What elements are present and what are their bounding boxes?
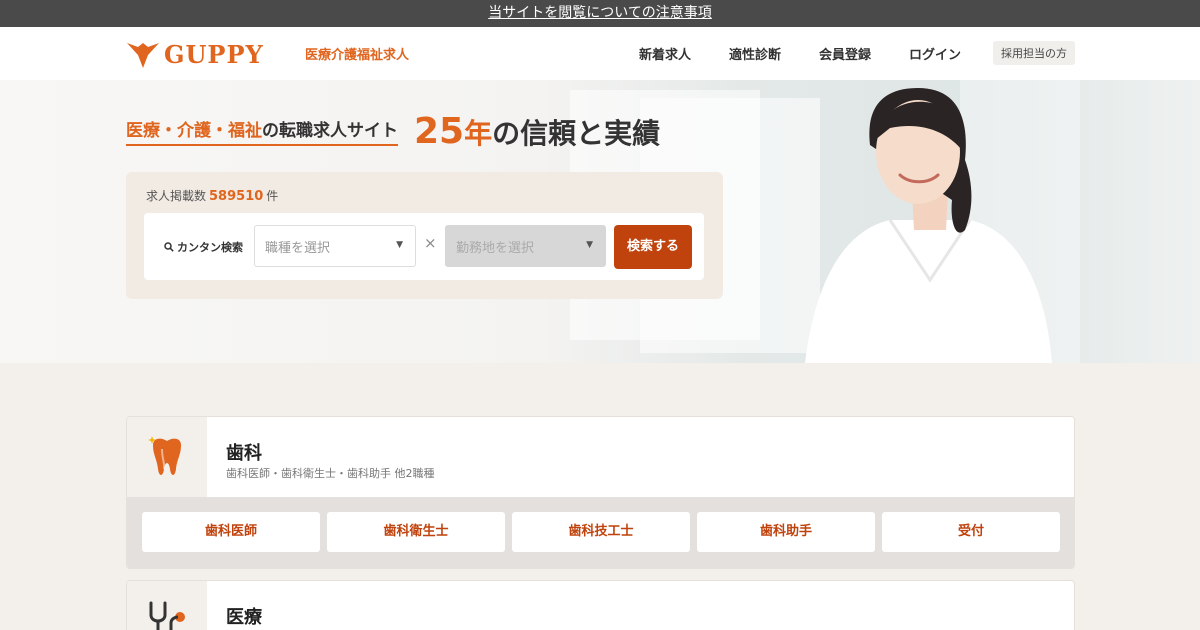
quick-search-text: カンタン検索 xyxy=(177,241,243,254)
location-placeholder: 勤務地を選択 xyxy=(456,241,535,256)
nurse-photo xyxy=(805,88,1052,363)
main-nav: 新着求人 適性診断 会員登録 ログイン 採用担当の方 xyxy=(639,41,1075,65)
recruiter-button[interactable]: 採用担当の方 xyxy=(993,41,1075,65)
headline-separator: ・ xyxy=(160,121,177,141)
category-card-medical: 医療 xyxy=(126,580,1075,630)
search-icon xyxy=(164,242,174,252)
category-card-dental: 歯科 歯科医師・歯科衛生士・歯科助手 他2職種 歯科医師 歯科衛生士 歯科技工士… xyxy=(126,416,1075,569)
site-header: GUPPY 医療介護福祉求人 新着求人 適性診断 会員登録 ログイン 採用担当の… xyxy=(0,27,1200,80)
job-link-dental-hygienist[interactable]: 歯科衛生士 xyxy=(327,512,505,552)
search-button[interactable]: 検索する xyxy=(614,225,692,269)
job-count-unit: 件 xyxy=(266,189,279,203)
site-tagline: 医療介護福祉求人 xyxy=(305,48,410,63)
job-link-reception[interactable]: 受付 xyxy=(882,512,1060,552)
times-icon: × xyxy=(424,234,437,252)
nav-login[interactable]: ログイン xyxy=(909,44,961,63)
headline-trust: の信頼と実績 xyxy=(492,117,661,151)
job-link-dental-assistant[interactable]: 歯科助手 xyxy=(697,512,875,552)
hero-section: 医療・介護・福祉の転職求人サイト 25 年の信頼と実績 求人掲載数 589510 件… xyxy=(0,80,1200,363)
notice-bar: 当サイトを閲覧についての注意事項 xyxy=(0,0,1200,27)
category-header[interactable]: 歯科 歯科医師・歯科衛生士・歯科助手 他2職種 xyxy=(127,417,1074,497)
search-panel: 求人掲載数 589510 件 カンタン検索 職種を選択 ▼ × 勤務地を選択 ▼ 検… xyxy=(126,172,723,299)
category-title: 歯科 xyxy=(226,443,262,464)
nav-aptitude-test[interactable]: 適性診断 xyxy=(729,44,781,63)
notice-link[interactable]: 当サイトを閲覧についての注意事項 xyxy=(488,5,712,21)
logo[interactable]: GUPPY xyxy=(126,40,264,69)
quick-search-label: カンタン検索 xyxy=(164,239,243,255)
guppy-logo-icon xyxy=(127,42,159,68)
category-title: 医療 xyxy=(226,607,262,628)
nav-new-jobs[interactable]: 新着求人 xyxy=(639,44,691,63)
job-link-dental-technician[interactable]: 歯科技工士 xyxy=(512,512,690,552)
job-count-label: 求人掲載数 xyxy=(146,189,207,203)
hero-headline-left: 医療・介護・福祉の転職求人サイト xyxy=(126,116,398,146)
category-job-list: 歯科医師 歯科衛生士 歯科技工士 歯科助手 受付 xyxy=(127,497,1074,568)
job-link-dentist[interactable]: 歯科医師 xyxy=(142,512,320,552)
location-select[interactable]: 勤務地を選択 ▼ xyxy=(445,225,606,267)
logo-text: GUPPY xyxy=(164,40,264,69)
headline-years-number: 25 xyxy=(414,111,465,152)
nav-register[interactable]: 会員登録 xyxy=(819,44,871,63)
job-count-value: 589510 xyxy=(209,189,264,204)
headline-rest: の転職求人サイト xyxy=(262,121,398,141)
job-type-select[interactable]: 職種を選択 ▼ xyxy=(254,225,416,267)
category-header[interactable]: 医療 xyxy=(127,581,1074,630)
chevron-down-icon: ▼ xyxy=(586,240,593,250)
headline-medical: 医療 xyxy=(126,121,160,141)
job-type-placeholder: 職種を選択 xyxy=(265,241,331,256)
headline-right: 年の信頼と実績 xyxy=(464,117,661,151)
chevron-down-icon: ▼ xyxy=(396,240,403,250)
job-count: 求人掲載数 589510 件 xyxy=(146,187,278,204)
headline-years-unit: 年 xyxy=(464,117,493,151)
headline-care: 介護 xyxy=(177,121,211,141)
tooth-icon xyxy=(148,436,181,475)
hero-headline: 医療・介護・福祉の転職求人サイト 25 年の信頼と実績 xyxy=(126,114,660,150)
category-icon-box xyxy=(127,417,207,497)
headline-welfare: 福祉 xyxy=(228,121,262,141)
category-icon-box xyxy=(127,581,207,630)
headline-separator: ・ xyxy=(211,121,228,141)
stethoscope-icon xyxy=(149,601,185,630)
quick-search-form: カンタン検索 職種を選択 ▼ × 勤務地を選択 ▼ 検索する xyxy=(144,213,704,280)
category-subtitle: 歯科医師・歯科衛生士・歯科助手 他2職種 xyxy=(226,467,435,480)
